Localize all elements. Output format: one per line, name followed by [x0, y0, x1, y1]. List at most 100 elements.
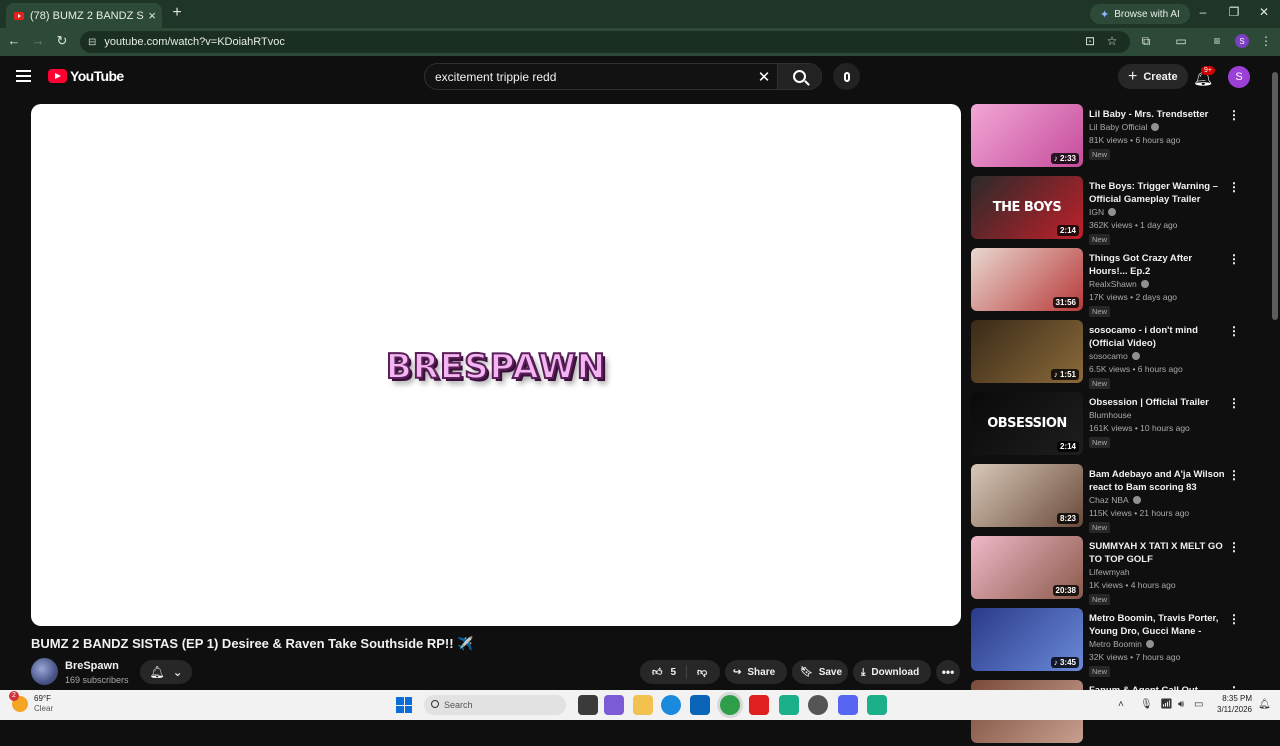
menu-icon[interactable] [16, 70, 31, 82]
video-thumbnail[interactable]: 8:23 [971, 464, 1083, 527]
channel-avatar[interactable] [31, 658, 58, 685]
like-button[interactable]: 👍︎ 5 [640, 665, 688, 679]
recommendation-channel[interactable]: Lil Baby Official [1089, 122, 1160, 132]
install-app-icon[interactable]: ⊡ [1082, 34, 1098, 48]
account-avatar[interactable]: S [1228, 66, 1250, 88]
share-button[interactable]: ↪ Share [725, 660, 787, 684]
split-view-icon[interactable]: ▭ [1173, 34, 1189, 48]
tab-close-icon[interactable]: × [148, 8, 156, 23]
recommendation-title[interactable]: Lil Baby - Mrs. Trendsetter [1089, 108, 1225, 121]
save-button[interactable]: 🔖︎ Save [792, 660, 848, 684]
more-vertical-icon[interactable]: ⋮ [1228, 324, 1240, 338]
recommendation-item[interactable]: 20:38 SUMMYAH X TATI X MELT GO TO TOP GOL… [971, 536, 1271, 605]
voice-search-button[interactable] [833, 63, 860, 90]
video-player[interactable]: BRESPAWN [31, 104, 961, 626]
download-button[interactable]: ⤓ Download [853, 660, 931, 684]
more-vertical-icon[interactable]: ⋮ [1228, 612, 1240, 626]
chrome-icon[interactable] [720, 695, 740, 715]
youtube-app-icon[interactable] [749, 695, 769, 715]
app-icon-green[interactable] [779, 695, 799, 715]
video-thumbnail[interactable]: ♪ 1:51 [971, 320, 1083, 383]
search-button[interactable] [777, 64, 821, 89]
volume-icon[interactable]: 🔊︎ [1178, 699, 1184, 710]
browser-tab[interactable]: (78) BUMZ 2 BANDZ SISTAS (EP × [6, 3, 162, 28]
video-thumbnail[interactable]: THE BOYS 2:14 [971, 176, 1083, 239]
browser-toolbar: ← → ↻ ⊟ youtube.com/watch?v=KDoiahRTvoc … [0, 28, 1280, 56]
more-vertical-icon[interactable]: ⋮ [1228, 108, 1240, 122]
recommendation-channel[interactable]: sosocamo [1089, 351, 1140, 361]
battery-icon[interactable]: ▭ [1194, 699, 1203, 710]
mail-icon[interactable] [690, 695, 710, 715]
edge-icon[interactable] [661, 695, 681, 715]
recommendation-item[interactable]: OBSESSION 2:14 Obsession | Official Traile… [971, 392, 1271, 458]
restore-icon[interactable]: ❐ [1224, 5, 1244, 19]
copilot-icon[interactable] [604, 695, 624, 715]
recommendation-item[interactable]: 31:56 Things Got Crazy After Hours!... Ep… [971, 248, 1271, 317]
browser-profile-avatar[interactable]: S [1235, 34, 1249, 48]
discord-icon[interactable] [838, 695, 858, 715]
recommendation-title[interactable]: Obsession | Official Trailer [1089, 396, 1225, 409]
weather-widget[interactable]: 2 69°F Clear [9, 690, 53, 713]
create-button[interactable]: + Create [1118, 64, 1188, 89]
more-vertical-icon[interactable]: ⋮ [1228, 468, 1240, 482]
recommendation-title[interactable]: sosocamo - i don't mind (Official Video) [1089, 324, 1225, 350]
reading-list-icon[interactable]: ≡ [1209, 34, 1225, 48]
reload-icon[interactable]: ↻ [54, 33, 70, 49]
recommendation-title[interactable]: The Boys: Trigger Warning – Official Gam… [1089, 180, 1225, 206]
bookmark-star-icon[interactable]: ☆ [1104, 34, 1120, 48]
system-clock[interactable]: 8:35 PM 3/11/2026 [1212, 693, 1252, 715]
recommendation-title[interactable]: Bam Adebayo and A'ja Wilson react to Bam… [1089, 468, 1225, 494]
recommendation-channel[interactable]: Metro Boomin [1089, 639, 1154, 649]
video-thumbnail[interactable]: ♪ 3:45 [971, 608, 1083, 671]
app-icon-gear[interactable] [808, 695, 828, 715]
forward-arrow-icon[interactable]: → [30, 33, 46, 48]
video-thumbnail[interactable]: OBSESSION 2:14 [971, 392, 1083, 455]
show-hidden-icons-icon[interactable]: ˄ [1118, 699, 1124, 710]
page-scrollbar[interactable] [1272, 72, 1278, 320]
browse-with-ai-button[interactable]: ✦ Browse with AI [1090, 4, 1190, 24]
browser-menu-icon[interactable]: ⋮ [1258, 34, 1274, 48]
more-vertical-icon[interactable]: ⋮ [1228, 252, 1240, 266]
more-actions-button[interactable]: ••• [936, 660, 960, 684]
wifi-icon[interactable]: 📶︎ [1160, 699, 1173, 710]
recommendation-channel[interactable]: Blumhouse [1089, 410, 1132, 420]
extensions-icon[interactable]: ⧉ [1138, 34, 1154, 49]
app-icon-teal[interactable] [867, 695, 887, 715]
site-info-icon[interactable]: ⊟ [88, 37, 96, 48]
recommendation-item[interactable]: THE BOYS 2:14 The Boys: Trigger Warning – … [971, 176, 1271, 245]
microphone-tray-icon[interactable]: 🎙︎ [1140, 699, 1153, 710]
file-explorer-icon[interactable] [633, 695, 653, 715]
recommendation-item[interactable]: ♪ 2:33 Lil Baby - Mrs. Trendsetter Lil Bab… [971, 104, 1271, 170]
close-window-icon[interactable]: ✕ [1254, 5, 1274, 19]
task-view-icon[interactable] [578, 695, 598, 715]
video-thumbnail[interactable]: 31:56 [971, 248, 1083, 311]
address-bar[interactable]: ⊟ youtube.com/watch?v=KDoiahRTvoc [80, 31, 1130, 53]
new-tab-icon[interactable]: + [168, 4, 186, 22]
search-input[interactable] [425, 64, 751, 89]
taskbar-search[interactable]: Search [424, 695, 566, 715]
back-arrow-icon[interactable]: ← [6, 33, 22, 48]
clear-search-icon[interactable]: ✕ [751, 68, 777, 86]
recommendation-title[interactable]: SUMMYAH X TATI X MELT GO TO TOP GOLF [1089, 540, 1225, 566]
subscription-notifications-button[interactable]: 🔔︎ ⌄ [140, 660, 192, 684]
windows-start-icon[interactable] [396, 697, 412, 713]
channel-name[interactable]: BreSpawn [65, 660, 119, 672]
notification-center-icon[interactable]: 🔔︎ [1258, 699, 1271, 710]
video-thumbnail[interactable]: ♪ 2:33 [971, 104, 1083, 167]
recommendation-title[interactable]: Metro Boomin, Travis Porter, Young Dro, … [1089, 612, 1225, 638]
recommendation-title[interactable]: Things Got Crazy After Hours!... Ep.2 [1089, 252, 1225, 278]
recommendation-channel[interactable]: IGN [1089, 207, 1117, 217]
video-thumbnail[interactable]: 20:38 [971, 536, 1083, 599]
recommendation-channel[interactable]: Lifewmyah [1089, 567, 1130, 577]
recommendation-item[interactable]: ♪ 3:45 Metro Boomin, Travis Porter, Young… [971, 608, 1271, 677]
youtube-logo[interactable]: YouTube [48, 68, 124, 84]
more-vertical-icon[interactable]: ⋮ [1228, 540, 1240, 554]
recommendation-item[interactable]: ♪ 1:51 sosocamo - i don't mind (Official … [971, 320, 1271, 389]
recommendation-item[interactable]: 8:23 Bam Adebayo and A'ja Wilson react to… [971, 464, 1271, 533]
recommendation-channel[interactable]: Chaz NBA [1089, 495, 1141, 505]
recommendation-channel[interactable]: RealxShawn [1089, 279, 1149, 289]
minimize-icon[interactable]: – [1193, 5, 1213, 19]
more-vertical-icon[interactable]: ⋮ [1228, 180, 1240, 194]
more-vertical-icon[interactable]: ⋮ [1228, 396, 1240, 410]
dislike-button[interactable]: 👎︎ [687, 666, 717, 678]
